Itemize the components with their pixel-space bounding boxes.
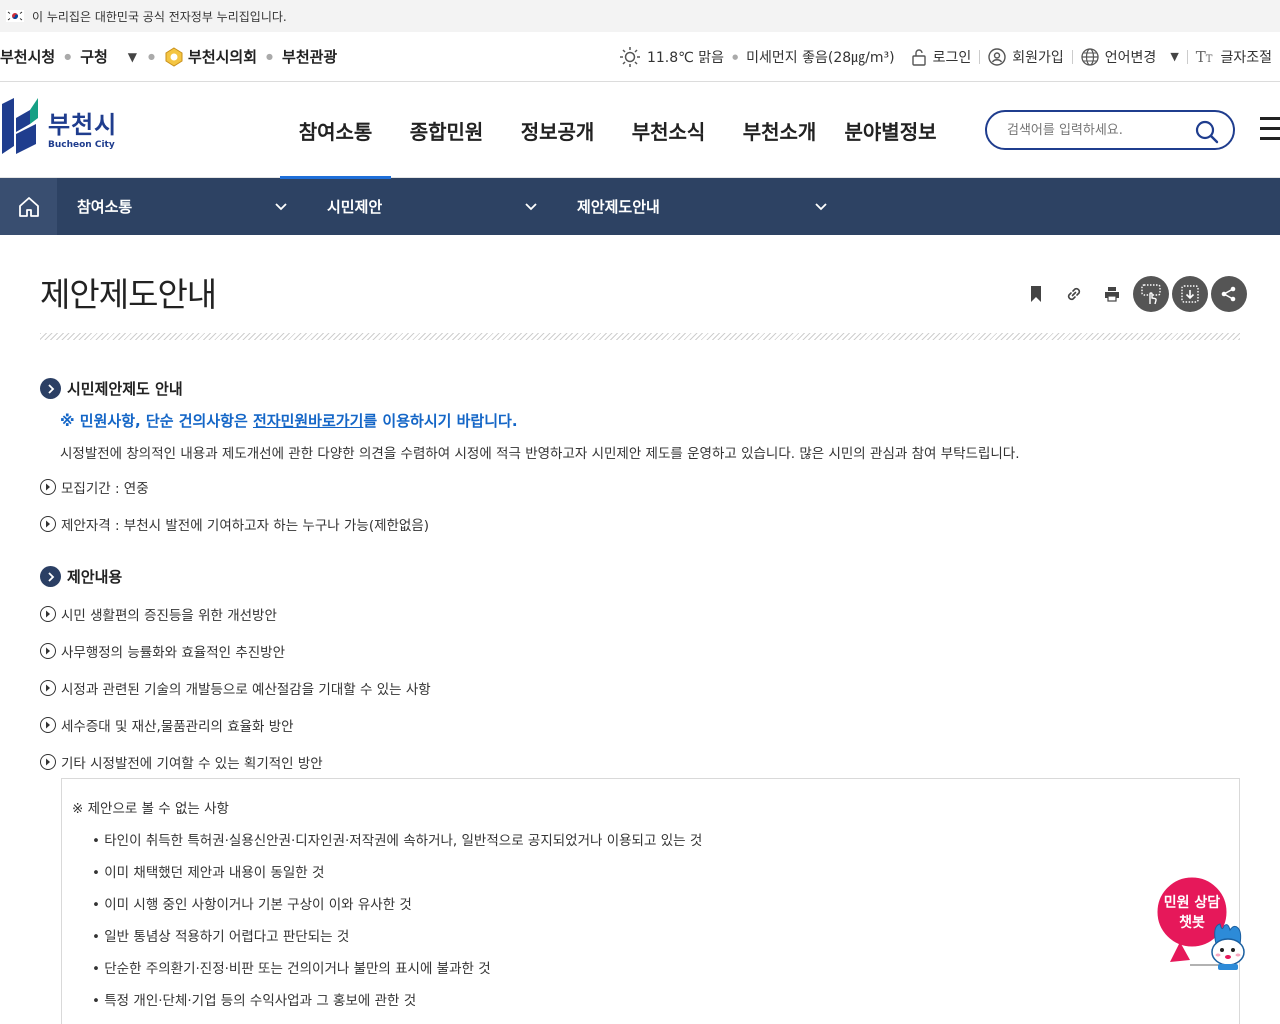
- lock-icon: [911, 48, 926, 66]
- globe-icon: [1081, 47, 1099, 66]
- breadcrumb-nav: 참여소통 시민제안 제안제도안내: [0, 178, 1280, 235]
- font-size-icon: TT: [1195, 47, 1213, 66]
- site-logo[interactable]: 부천시 Bucheon City: [0, 96, 117, 158]
- gnb-participation[interactable]: 참여소통: [280, 82, 391, 179]
- dust-widget: 미세먼지 좋음(28㎍/m³): [738, 47, 902, 67]
- home-icon: [18, 196, 39, 217]
- chevron-down-icon: [275, 202, 287, 210]
- gnb-civil-service[interactable]: 종합민원: [391, 82, 502, 178]
- list-item: 세수증대 및 재산,물품관리의 효율화 방안: [40, 715, 294, 735]
- exclusion-box: ※ 제안으로 볼 수 없는 사항 • 타인이 취득한 특허권·실용신안권·디자인…: [61, 778, 1240, 1024]
- hand-icon: [1141, 284, 1161, 305]
- bookmark-button[interactable]: [1018, 276, 1054, 312]
- link-council[interactable]: 부천시의회: [158, 46, 263, 68]
- list-item: 시정과 관련된 기술의 개발등으로 예산절감을 기대할 수 있는 사항: [40, 678, 431, 698]
- logo-text-ko: 부천시: [48, 110, 118, 139]
- print-icon: [1105, 287, 1119, 302]
- link-district[interactable]: 구청: [74, 46, 114, 67]
- language-dropdown-icon: ▼: [1170, 50, 1179, 63]
- description-text: 시정발전에 창의적인 내용과 제도개선에 관한 다양한 의견을 수렴하여 시정에…: [60, 446, 1020, 462]
- search-box: [985, 110, 1235, 150]
- e-civil-link[interactable]: 전자민원바로가기: [253, 412, 363, 430]
- language-selector[interactable]: 언어변경 ▼: [1073, 47, 1187, 67]
- circle-chevron-icon: [40, 479, 56, 495]
- title-divider: [40, 333, 1240, 340]
- weather-text: 11.8℃ 맑음: [646, 49, 725, 66]
- sun-icon: [619, 46, 640, 67]
- list-item: 모집기간 : 연중: [40, 477, 149, 497]
- council-emblem-icon: [165, 47, 183, 67]
- list-item: 제안자격 : 부천시 발전에 기여하고자 하는 누구나 가능(제한없음): [40, 514, 429, 534]
- chatbot-button[interactable]: 민원 상담 챗봇: [1150, 870, 1260, 975]
- circle-chevron-icon: [40, 516, 56, 532]
- link-tourism[interactable]: 부천관광: [276, 46, 343, 67]
- home-button[interactable]: [0, 178, 57, 235]
- list-item: 사무행정의 능률화와 효율적인 추진방안: [40, 641, 285, 661]
- gnb-news[interactable]: 부천소식: [613, 82, 724, 178]
- font-size-control[interactable]: TT 글자조절: [1188, 47, 1280, 67]
- page-tools: [1016, 276, 1247, 312]
- circle-chevron-icon: [40, 717, 56, 733]
- copy-link-button[interactable]: [1056, 276, 1092, 312]
- gov-banner: 이 누리집은 대한민국 공식 전자정부 누리집입니다.: [0, 0, 1280, 32]
- download-icon: [1181, 285, 1199, 303]
- breadcrumb-level1[interactable]: 참여소통: [57, 178, 307, 235]
- chevron-down-icon: [525, 202, 537, 210]
- list-item: • 이미 채택했던 제안과 내용이 동일한 것: [92, 865, 325, 881]
- download-button[interactable]: [1172, 276, 1208, 312]
- signup-link[interactable]: 회원가입: [980, 47, 1072, 67]
- section-heading: 시민제안제도 안내: [40, 378, 183, 399]
- list-item: • 단순한 주의환기·진정·비판 또는 건의이거나 불만의 표시에 불과한 것: [92, 961, 491, 977]
- login-link[interactable]: 로그인: [903, 47, 980, 67]
- search-icon: [1195, 120, 1219, 144]
- sign-language-button[interactable]: [1133, 276, 1169, 312]
- share-button[interactable]: [1211, 276, 1247, 312]
- section-heading: 제안내용: [40, 566, 122, 587]
- print-button[interactable]: [1094, 276, 1130, 312]
- share-icon: [1221, 286, 1236, 302]
- list-item: 시민 생활편의 증진등을 위한 개선방안: [40, 604, 277, 624]
- menu-button[interactable]: [1260, 117, 1280, 147]
- weather-widget: 11.8℃ 맑음: [611, 46, 732, 68]
- gnb-about[interactable]: 부천소개: [724, 82, 835, 178]
- chevron-right-icon: [40, 566, 61, 587]
- district-dropdown-icon[interactable]: ▼: [114, 50, 145, 64]
- chevron-down-icon: [815, 202, 827, 210]
- breadcrumb-level3[interactable]: 제안제도안내: [557, 178, 847, 235]
- utility-bar: 부천시청 ● 구청 ▼ ● 부천시의회 ● 부천관광 11.8℃ 맑음 ● 미세…: [0, 32, 1280, 82]
- list-item: • 이미 시행 중인 사항이거나 기본 구상이 이와 유사한 것: [92, 897, 412, 913]
- gnb-information[interactable]: 정보공개: [502, 82, 613, 178]
- chevron-right-icon: [40, 378, 61, 399]
- link-city-hall[interactable]: 부천시청: [0, 46, 61, 67]
- logo-text-en: Bucheon City: [48, 139, 115, 150]
- breadcrumb-level2[interactable]: 시민제안: [307, 178, 557, 235]
- bucheon-logo-icon: [2, 98, 38, 154]
- exclusion-heading: ※ 제안으로 볼 수 없는 사항: [72, 801, 229, 817]
- gov-banner-text: 이 누리집은 대한민국 공식 전자정부 누리집입니다.: [32, 9, 287, 24]
- list-item: • 일반 통념상 적용하기 어렵다고 판단되는 것: [92, 929, 350, 945]
- circle-chevron-icon: [40, 754, 56, 770]
- link-icon: [1067, 287, 1081, 301]
- korea-flag-icon: [6, 10, 24, 22]
- main-navigation: 참여소통 종합민원 정보공개 부천소식 부천소개 분야별정보: [280, 82, 946, 179]
- search-input[interactable]: [1007, 122, 1187, 138]
- site-header: 부천시 Bucheon City 참여소통 종합민원 정보공개 부천소식 부천소…: [0, 82, 1280, 179]
- chatbot-label-1: 민원 상담: [1163, 895, 1221, 911]
- search-button[interactable]: [1195, 120, 1219, 148]
- gnb-field-info[interactable]: 분야별정보: [835, 82, 946, 178]
- list-item: • 타인이 취득한 특허권·실용신안권·디자인권·저작권에 속하거나, 일반적으…: [92, 833, 703, 849]
- user-circle-icon: [988, 47, 1006, 66]
- chatbot-label-2: 챗봇: [1179, 915, 1205, 931]
- dust-text: 미세먼지 좋음(28㎍/m³): [746, 49, 895, 66]
- circle-chevron-icon: [40, 606, 56, 622]
- list-item: 기타 시정발전에 기여할 수 있는 획기적인 방안: [40, 752, 323, 772]
- circle-chevron-icon: [40, 680, 56, 696]
- bookmark-icon: [1031, 286, 1041, 302]
- page-title: 제안제도안내: [40, 275, 217, 314]
- circle-chevron-icon: [40, 643, 56, 659]
- list-item: • 특정 개인·단체·기업 등의 수익사업과 그 홍보에 관한 것: [92, 993, 417, 1009]
- notice-text: ※ 민원사항, 단순 건의사항은 전자민원바로가기를 이용하시기 바랍니다.: [60, 412, 518, 430]
